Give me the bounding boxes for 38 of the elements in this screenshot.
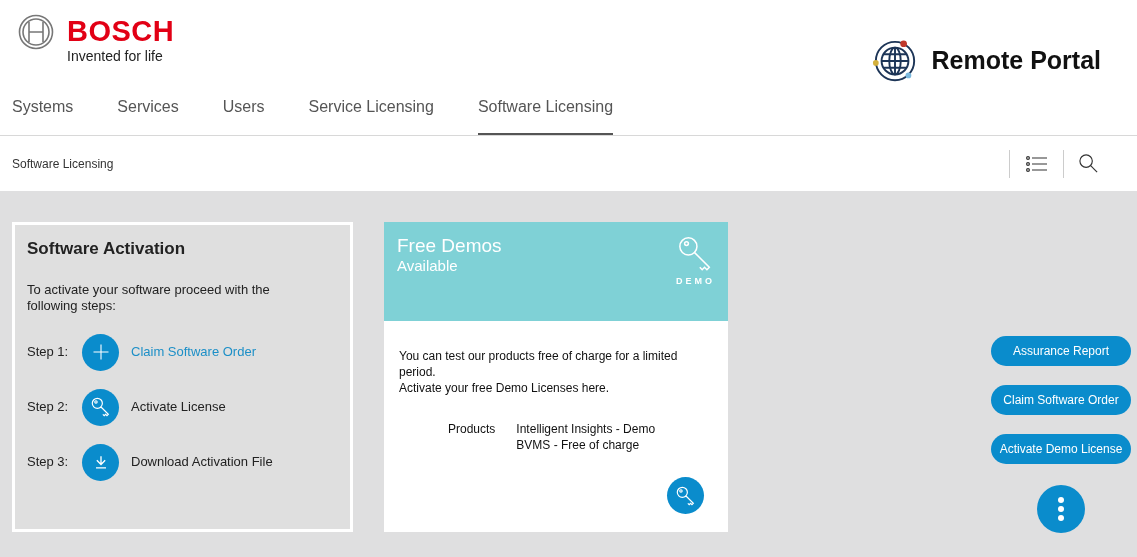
step-button[interactable]	[82, 388, 119, 426]
step-label: Step 3:	[27, 453, 70, 472]
key-icon	[89, 396, 112, 418]
action-button[interactable]: Assurance Report	[991, 336, 1131, 366]
nav-tab[interactable]: Service Licensing	[308, 87, 434, 135]
demo-label: DEMO	[676, 275, 715, 288]
step-label: Step 2:	[27, 398, 70, 417]
more-vertical-icon	[1057, 496, 1065, 522]
portal-title: Remote Portal	[931, 45, 1101, 77]
step-button[interactable]	[82, 333, 119, 371]
breadcrumb: Software Licensing	[12, 155, 114, 173]
step-text: Activate License	[131, 398, 226, 417]
products-label: Products	[448, 421, 496, 438]
globe-logo-icon	[871, 38, 918, 84]
product-name: Intelligent Insights - Demo	[516, 421, 656, 437]
demo-subtitle: Available	[397, 257, 459, 275]
search-icon	[1078, 153, 1099, 174]
action-button[interactable]: Claim Software Order	[991, 385, 1131, 415]
brand-name: BOSCH	[67, 14, 175, 48]
step-text: Download Activation File	[131, 453, 273, 472]
brand-tagline: Invented for life	[67, 48, 164, 64]
product-name: BVMS - Free of charge	[516, 437, 641, 453]
nav-tab[interactable]: Users	[222, 87, 265, 135]
list-icon	[1025, 154, 1048, 173]
demo-title: Free Demos	[397, 235, 502, 257]
step-label: Step 1:	[27, 343, 70, 362]
intro-text: To activate your software proceed with the following steps:	[27, 281, 271, 314]
nav-tab[interactable]: Systems	[12, 87, 74, 135]
more-options-button[interactable]	[1037, 485, 1085, 533]
bosch-emblem-icon	[18, 14, 54, 50]
description-text: Activate your free Demo Licenses here.	[399, 380, 611, 396]
card-title: Software Activation	[27, 238, 187, 260]
nav-tab[interactable]: Services	[117, 87, 179, 135]
action-button[interactable]: Activate Demo License	[991, 434, 1131, 464]
step-button[interactable]	[82, 443, 119, 481]
description-text: You can test our products free of charge for a limited period.	[399, 348, 679, 380]
key-icon	[674, 484, 697, 507]
activate-demo-key-button[interactable]	[667, 477, 704, 514]
